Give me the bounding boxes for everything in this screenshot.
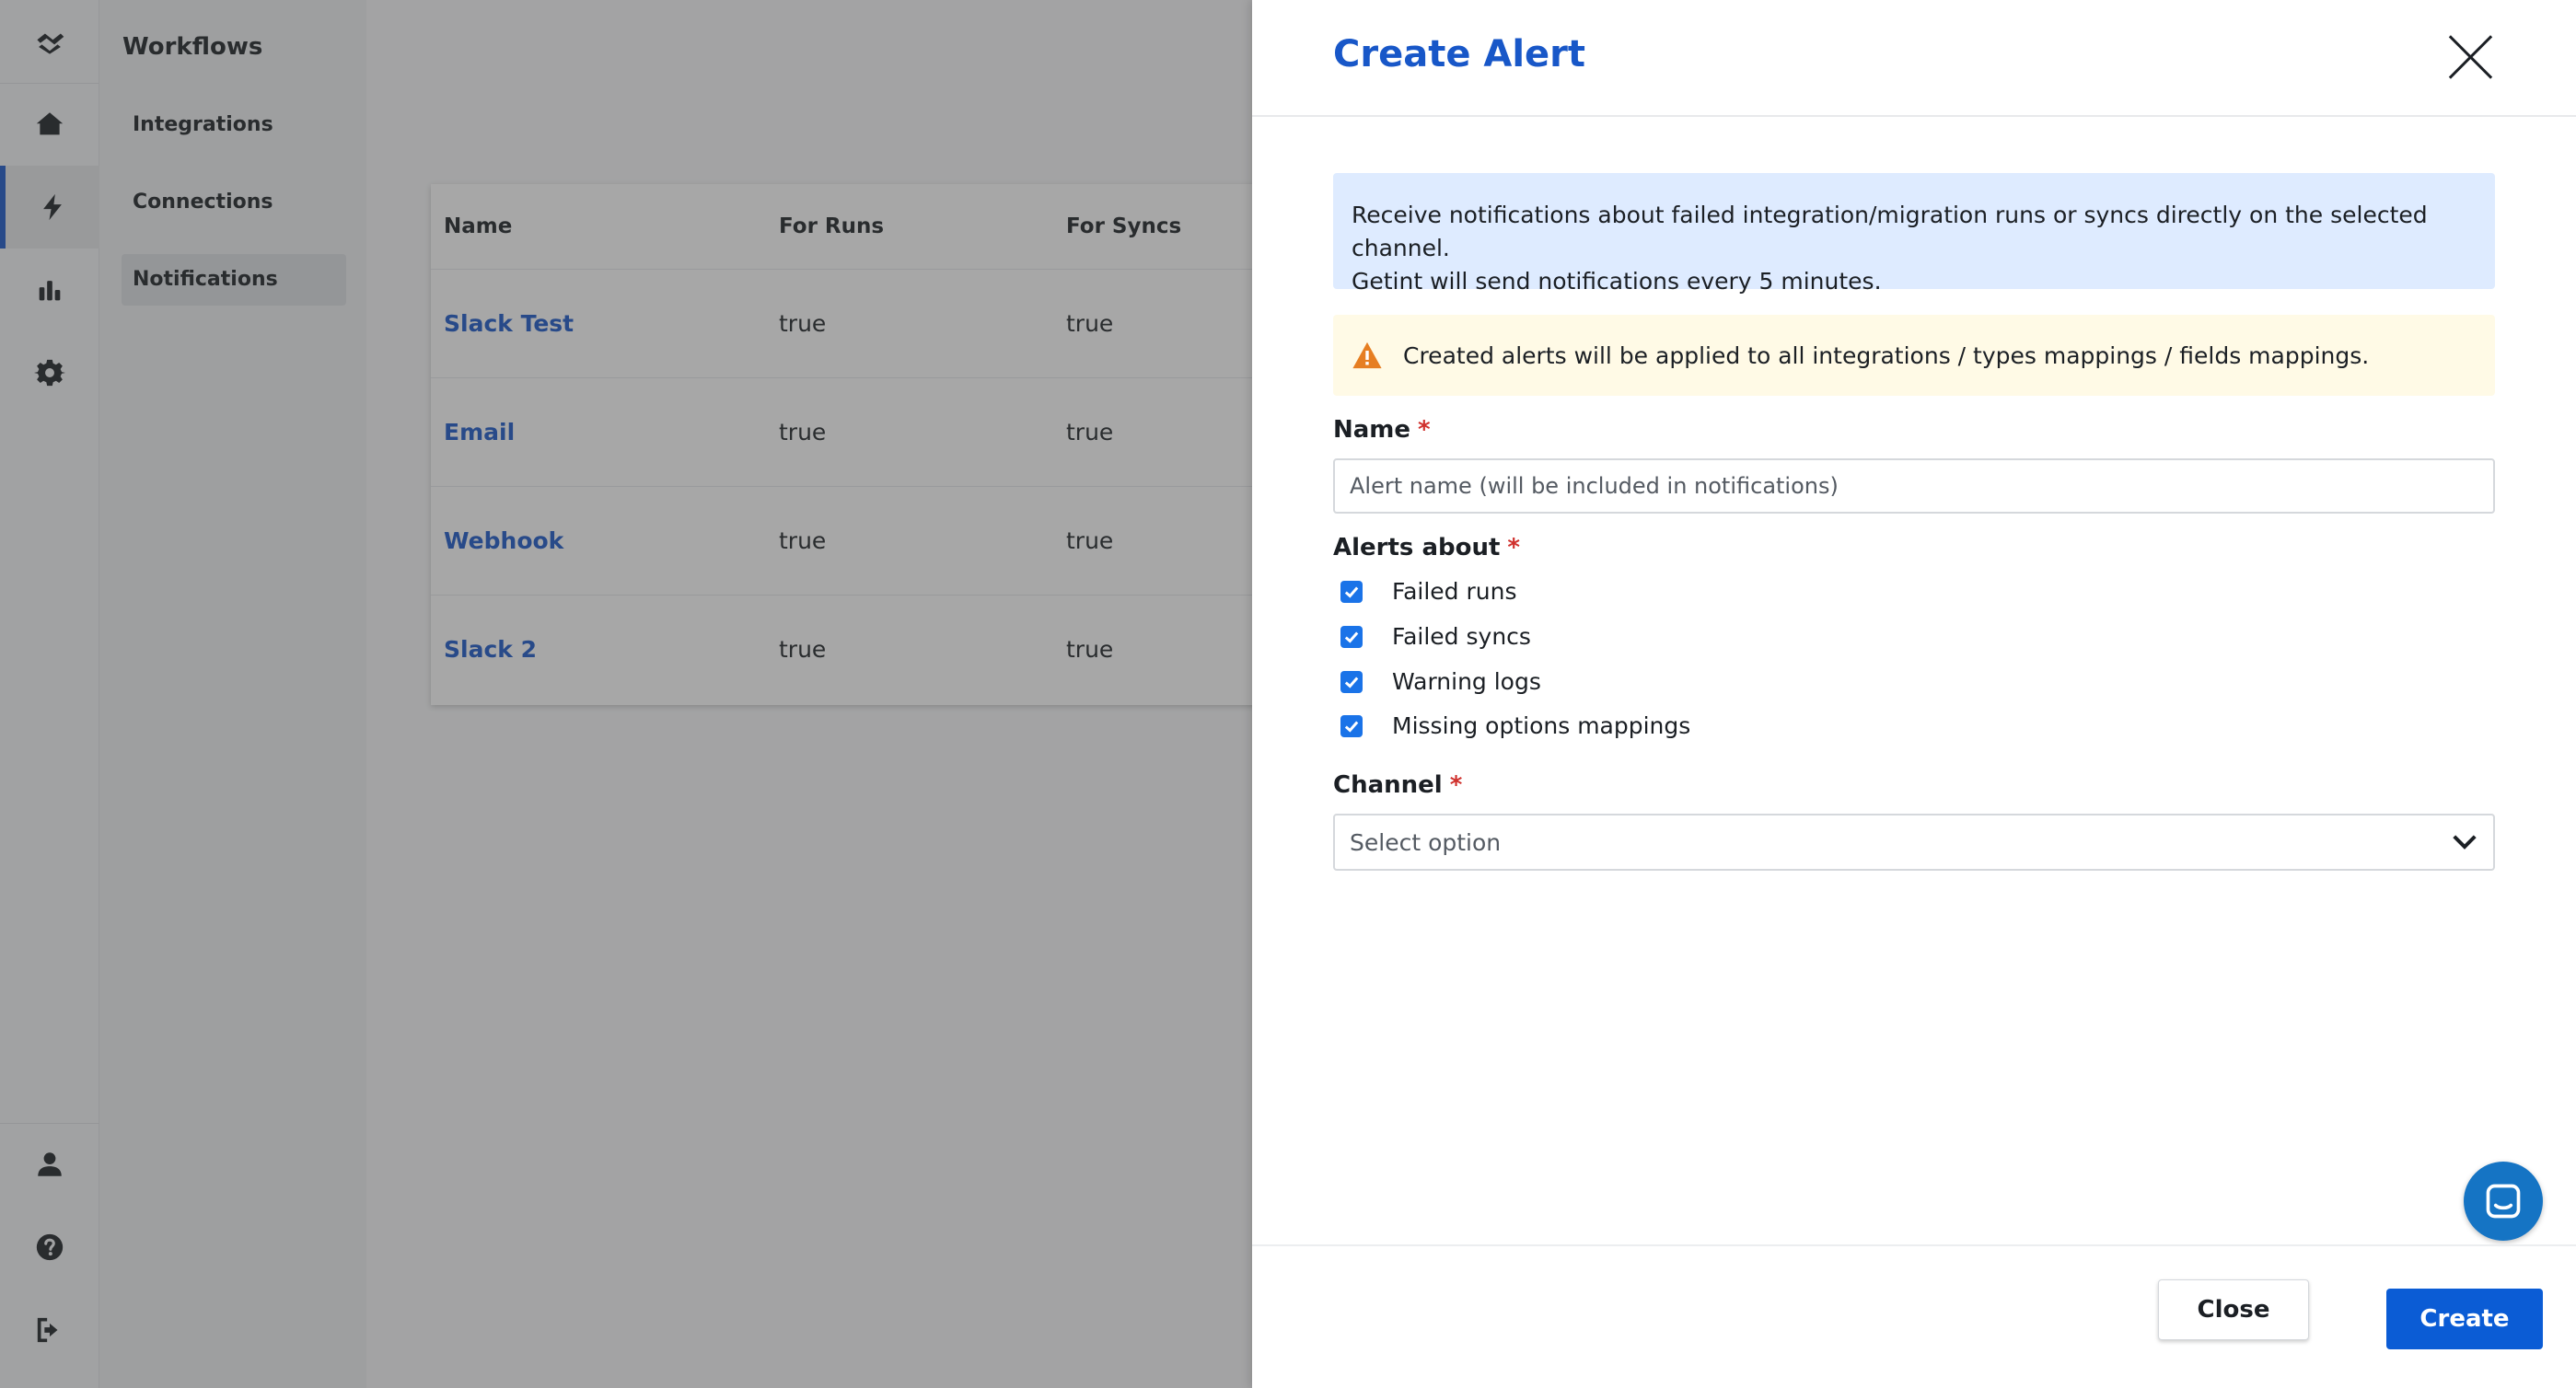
name-label-text: Name xyxy=(1333,416,1411,444)
check-icon xyxy=(1344,677,1359,688)
check-icon xyxy=(1344,721,1359,733)
check-icon xyxy=(1344,631,1359,643)
check-icon xyxy=(1344,586,1359,598)
required-mark: * xyxy=(1507,534,1521,561)
channel-select[interactable]: Select option xyxy=(1333,814,2495,871)
channel-select-value: Select option xyxy=(1350,828,1502,856)
checkbox-warning-logs[interactable]: Warning logs xyxy=(1340,668,1541,695)
close-button[interactable]: Close xyxy=(2158,1279,2309,1340)
alerts-about-label-text: Alerts about xyxy=(1333,534,1501,561)
checkbox-missing-options-mappings[interactable]: Missing options mappings xyxy=(1340,712,1690,739)
channel-label: Channel * xyxy=(1333,771,1462,799)
create-alert-drawer: Create Alert Receive notifications about… xyxy=(1252,0,2576,1388)
warning-icon xyxy=(1352,341,1382,369)
chevron-down-icon xyxy=(2453,835,2477,850)
checkbox-failed-runs[interactable]: Failed runs xyxy=(1340,578,1517,605)
info-line: Getint will send notifications every 5 m… xyxy=(1352,268,1882,295)
drawer-header: Create Alert xyxy=(1252,0,2576,117)
checkbox-label: Warning logs xyxy=(1392,668,1541,695)
warning-message: Created alerts will be applied to all in… xyxy=(1333,315,2495,396)
checkbox[interactable] xyxy=(1340,580,1363,603)
alert-name-input[interactable] xyxy=(1333,458,2495,514)
alerts-about-label: Alerts about * xyxy=(1333,534,1520,561)
chat-widget-button[interactable] xyxy=(2464,1162,2543,1241)
channel-label-text: Channel xyxy=(1333,771,1443,799)
checkbox-label: Failed runs xyxy=(1392,578,1517,605)
checkbox[interactable] xyxy=(1340,714,1363,737)
checkbox[interactable] xyxy=(1340,625,1363,648)
checkbox[interactable] xyxy=(1340,670,1363,693)
checkbox-label: Missing options mappings xyxy=(1392,712,1691,739)
warning-text: Created alerts will be applied to all in… xyxy=(1403,341,2370,369)
close-icon[interactable] xyxy=(2447,33,2495,81)
name-label: Name * xyxy=(1333,416,1431,444)
drawer-footer: Close Create xyxy=(1252,1244,2576,1388)
checkbox-failed-syncs[interactable]: Failed syncs xyxy=(1340,623,1531,650)
modal-backdrop[interactable] xyxy=(0,0,1252,1388)
required-mark: * xyxy=(1449,771,1463,799)
chat-icon xyxy=(2486,1184,2521,1219)
drawer-title: Create Alert xyxy=(1333,33,1586,75)
required-mark: * xyxy=(1418,416,1431,444)
checkbox-label: Failed syncs xyxy=(1392,623,1531,650)
create-button[interactable]: Create xyxy=(2386,1289,2543,1349)
info-message: Receive notifications about failed integ… xyxy=(1333,173,2495,295)
info-line: Receive notifications about failed integ… xyxy=(1352,202,2428,261)
